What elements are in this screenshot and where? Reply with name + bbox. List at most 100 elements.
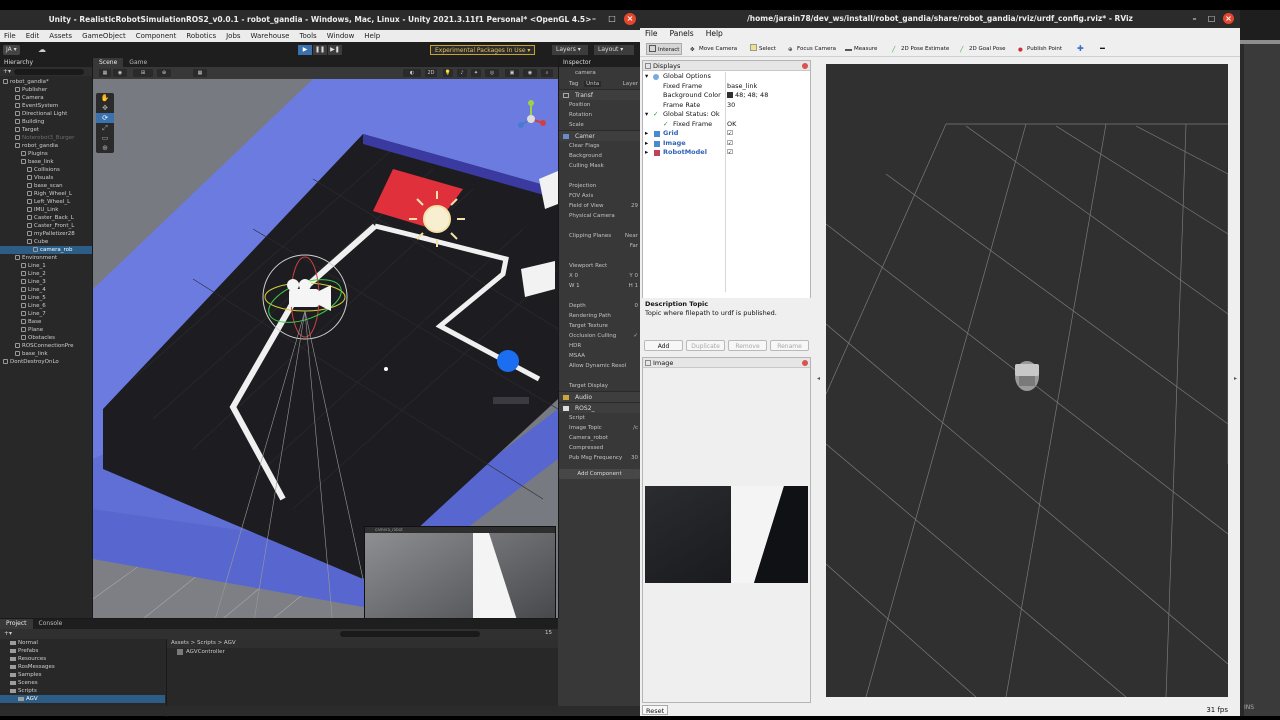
hierarchy-item[interactable]: Building	[0, 118, 92, 126]
field-value[interactable]: Y 0	[629, 271, 638, 281]
hierarchy-item[interactable]: DontDestroyOnLo	[0, 358, 92, 366]
experimental-packages-badge[interactable]: Experimental Packages In Use ▾	[430, 45, 536, 55]
audio-listener-header[interactable]: Audio	[559, 391, 640, 402]
focus-camera-tool[interactable]: ⊕ Focus Camera	[788, 43, 836, 55]
menu-item-window[interactable]: Window	[327, 30, 355, 42]
hierarchy-item[interactable]: Plugins	[0, 150, 92, 158]
scene-viewport[interactable]: ✋ ✥ ⟳ ⤢ ▭ ⊕ camera_robot	[93, 79, 558, 627]
grid-snap-button[interactable]: ▦	[193, 69, 207, 77]
effects-toggle[interactable]: ✦	[471, 69, 481, 77]
menu-item-warehouse[interactable]: Warehouse	[251, 30, 290, 42]
tab-project[interactable]: Project	[0, 619, 33, 629]
object-name-field[interactable]: camera	[575, 70, 596, 76]
folder-item[interactable]: Resources	[0, 655, 165, 663]
inspector-field-row[interactable]: Viewport Rect	[559, 261, 640, 271]
minimize-icon[interactable]: –	[588, 13, 600, 25]
menu-item-gameobject[interactable]: GameObject	[82, 30, 126, 42]
fixed-frame-row[interactable]: Fixed Frame base_link	[643, 82, 810, 92]
hierarchy-item[interactable]: Publisher	[0, 86, 92, 94]
2d-toggle[interactable]: 2D	[425, 69, 437, 77]
display-item-grid[interactable]: ▸ Grid ☑	[643, 129, 810, 139]
global-options-row[interactable]: ▾ Global Options	[643, 72, 810, 82]
transform-tool-icon[interactable]: ⊕	[96, 143, 114, 153]
background-color-value[interactable]: 48; 48; 48	[727, 91, 768, 101]
collapse-left-icon[interactable]: ◂	[817, 375, 820, 382]
folder-item[interactable]: Prefabs	[0, 647, 165, 655]
inspector-field-row[interactable]: Background	[559, 151, 640, 161]
hierarchy-item[interactable]: robot_gandia	[0, 142, 92, 150]
hierarchy-item[interactable]: Line_3	[0, 278, 92, 286]
hierarchy-item[interactable]: Plane	[0, 326, 92, 334]
hierarchy-item[interactable]: EventSystem	[0, 102, 92, 110]
project-search-input[interactable]	[340, 631, 480, 637]
hierarchy-item[interactable]: Caster_Front_L	[0, 222, 92, 230]
hierarchy-item[interactable]: Noterobot3_Burger	[0, 134, 92, 142]
hierarchy-item[interactable]: ROSConnectionPre	[0, 342, 92, 350]
draw-mode-button[interactable]: ◐	[403, 69, 421, 77]
hidden-objects-toggle[interactable]: ◎	[485, 69, 499, 77]
minimize-icon[interactable]: –	[1189, 13, 1200, 24]
hierarchy-item[interactable]: Environment	[0, 254, 92, 262]
hierarchy-tab[interactable]: Hierarchy	[0, 58, 92, 67]
play-button[interactable]: ▶	[298, 45, 312, 55]
field-value[interactable]: 29	[631, 201, 638, 211]
menu-item-file[interactable]: File	[4, 30, 16, 42]
hierarchy-item[interactable]: IMU_Link	[0, 206, 92, 214]
inspector-field-row[interactable]	[559, 291, 640, 301]
publish-point-tool[interactable]: ● Publish Point	[1018, 43, 1062, 55]
hierarchy-item[interactable]: Line_2	[0, 270, 92, 278]
fixed-frame-value[interactable]: base_link	[727, 82, 757, 92]
inspector-field-row[interactable]: Pub Msg Frequency 30	[559, 453, 640, 463]
background-color-row[interactable]: Background Color 48; 48; 48	[643, 91, 810, 101]
camera-component-header[interactable]: Camer	[559, 130, 640, 141]
inspector-field-row[interactable]: Culling Mask	[559, 161, 640, 171]
inspector-field-row[interactable]	[559, 371, 640, 381]
frame-rate-value[interactable]: 30	[727, 101, 735, 111]
field-value[interactable]: 0	[635, 301, 639, 311]
measure-tool[interactable]: Measure	[845, 43, 877, 55]
hierarchy-item[interactable]: base_link	[0, 158, 92, 166]
field-value[interactable]: H 1	[629, 281, 638, 291]
gizmo-tool-button[interactable]: ▦	[99, 69, 111, 77]
menu-item-help[interactable]: Help	[706, 28, 723, 40]
inspector-field-row[interactable]: Position	[559, 100, 640, 110]
remove-tool-icon[interactable]: ━	[1100, 43, 1105, 55]
inspector-field-row[interactable]: Target Display	[559, 381, 640, 391]
tab-game[interactable]: Game	[123, 58, 153, 67]
hierarchy-item[interactable]: Base	[0, 318, 92, 326]
rect-tool-icon[interactable]: ▭	[96, 133, 114, 143]
inspector-field-row[interactable]	[559, 221, 640, 231]
inspector-field-row[interactable]: Projection	[559, 181, 640, 191]
transform-component-header[interactable]: Transf	[559, 89, 640, 100]
asset-item[interactable]: AGVController	[167, 648, 558, 657]
move-tool-icon[interactable]: ✥	[96, 103, 114, 113]
inspector-field-row[interactable]: Compressed	[559, 443, 640, 453]
folder-item[interactable]: RosMessages	[0, 663, 165, 671]
move-camera-tool[interactable]: ✥ Move Camera	[690, 43, 737, 55]
inspector-field-row[interactable]: Clear Flags	[559, 141, 640, 151]
close-icon[interactable]	[802, 360, 808, 366]
hierarchy-item[interactable]: camera_rob	[0, 246, 92, 254]
inspector-field-row[interactable]: Scale	[559, 120, 640, 130]
status-fixed-frame-row[interactable]: ✓ Fixed Frame OK	[643, 120, 810, 130]
menu-item-file[interactable]: File	[645, 28, 658, 40]
hierarchy-item[interactable]: myPalletizer28	[0, 230, 92, 238]
tab-console[interactable]: Console	[33, 619, 69, 629]
inspector-field-row[interactable]: MSAA	[559, 351, 640, 361]
tag-dropdown[interactable]: Unta	[584, 81, 602, 87]
global-button[interactable]: ⊕	[157, 69, 171, 77]
inspector-field-row[interactable]: HDR	[559, 341, 640, 351]
hierarchy-item[interactable]: robot_gandia*	[0, 78, 92, 86]
inspector-field-row[interactable]: Camera_robot	[559, 433, 640, 443]
ros2-component-header[interactable]: ROS2_	[559, 402, 640, 413]
expand-icon[interactable]: ▸	[645, 148, 648, 158]
lighting-toggle[interactable]: 💡	[443, 69, 453, 77]
hierarchy-item[interactable]: Visuals	[0, 174, 92, 182]
gizmos-button[interactable]: ◉	[523, 69, 537, 77]
menu-item-component[interactable]: Component	[136, 30, 177, 42]
field-value[interactable]: Near	[625, 231, 638, 241]
expand-icon[interactable]: ▸	[645, 139, 648, 149]
layers-dropdown[interactable]: Layers ▾	[552, 45, 588, 55]
camera-settings-button[interactable]: ▣	[505, 69, 519, 77]
inspector-field-row[interactable]: Occlusion Culling ✓	[559, 331, 640, 341]
